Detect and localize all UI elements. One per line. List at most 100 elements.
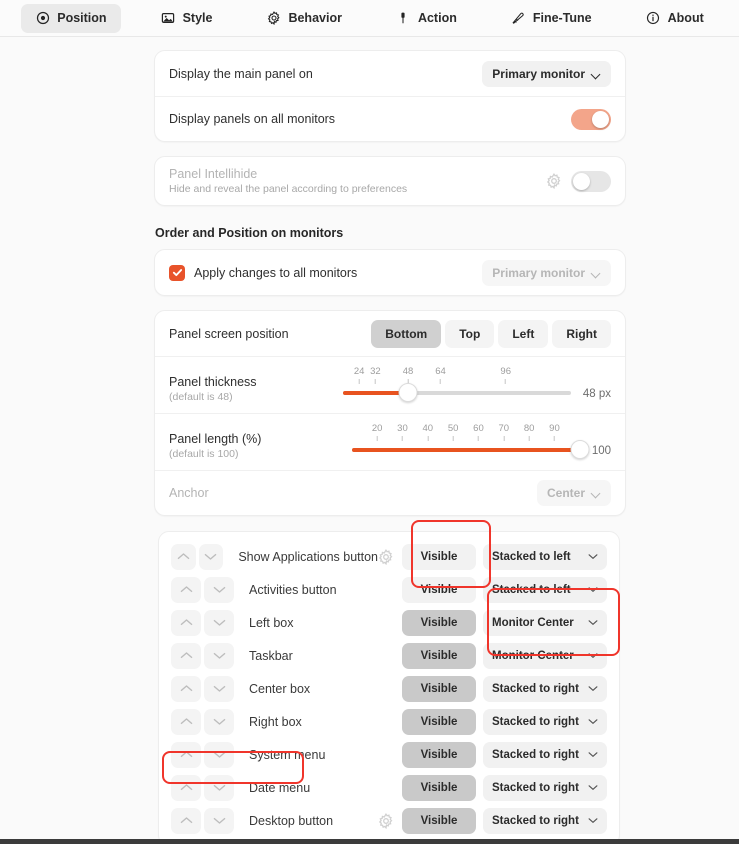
chevron-up-icon[interactable] [171, 708, 201, 735]
chevron-down-icon[interactable] [204, 741, 234, 768]
screen-position-row: Panel screen position Bottom Top Left Ri… [155, 311, 625, 356]
position-option-bottom[interactable]: Bottom [371, 319, 442, 348]
intellihide-toggle[interactable] [571, 170, 611, 192]
position-dropdown[interactable]: Stacked to right [483, 741, 607, 768]
position-option-top[interactable]: Top [445, 319, 495, 348]
tick-48: 48 [402, 366, 414, 384]
position-dropdown[interactable]: Monitor Center [483, 609, 607, 636]
chevron-up-icon[interactable] [171, 576, 201, 603]
chevron-up-icon[interactable] [171, 675, 201, 702]
visibility-toggle[interactable]: Visible [402, 609, 476, 636]
tick-mark [477, 436, 479, 441]
apply-all-checkbox[interactable] [169, 264, 185, 281]
position-dropdown[interactable]: Stacked to right [483, 774, 607, 801]
thickness-handle[interactable] [398, 383, 418, 402]
position-dropdown[interactable]: Monitor Center [483, 642, 607, 669]
intellihide-card: Panel Intellihide Hide and reveal the pa… [154, 156, 626, 206]
element-row: Activities button Visible Stacked to left [159, 573, 619, 606]
chevron-down-icon[interactable] [204, 576, 234, 603]
chevron-down-icon[interactable] [204, 708, 234, 735]
tick-label: 24 [353, 366, 365, 377]
length-title: Panel length (%) [169, 432, 262, 446]
element-name: Right box [249, 714, 302, 729]
chevron-up-icon[interactable] [171, 609, 201, 636]
element-row: Date menu Visible Stacked to right [159, 771, 619, 804]
tick-label: 50 [447, 423, 459, 434]
tab-about[interactable]: About [632, 4, 718, 33]
chevron-down-icon [588, 815, 598, 827]
order-monitor-dropdown[interactable]: Primary monitor [482, 259, 611, 286]
apply-all-label: Apply changes to all monitors [194, 265, 358, 280]
chevron-up-icon[interactable] [171, 741, 201, 768]
tab-position[interactable]: Position [21, 3, 121, 33]
position-option-left[interactable]: Left [498, 319, 549, 348]
main-panel-monitor-dropdown[interactable]: Primary monitor [482, 60, 611, 87]
tick-32: 32 [370, 367, 381, 384]
pin-icon [396, 11, 411, 26]
chevron-down-icon[interactable] [204, 774, 234, 801]
element-name: Activities button [249, 582, 337, 597]
tick-label: 30 [397, 423, 408, 434]
chevron-down-icon[interactable] [204, 807, 234, 834]
chevron-down-icon [592, 490, 601, 496]
chevron-down-icon[interactable] [204, 675, 234, 702]
tick-mark [427, 436, 429, 441]
image-icon [161, 11, 176, 26]
settings-content: Display the main panel on Primary monito… [0, 50, 739, 844]
element-row: Desktop button Visible Stacked to right [159, 804, 619, 837]
visibility-toggle[interactable]: Visible [402, 708, 476, 735]
intellihide-row: Panel Intellihide Hide and reveal the pa… [155, 157, 625, 205]
tab-action[interactable]: Action [382, 4, 471, 33]
tab-style[interactable]: Style [147, 4, 227, 33]
dropdown-value: Monitor Center [492, 616, 574, 629]
position-dropdown[interactable]: Stacked to left [483, 576, 607, 603]
chevron-up-icon[interactable] [171, 543, 196, 570]
gear-icon [266, 11, 281, 26]
length-handle[interactable] [570, 440, 590, 459]
gear-icon[interactable] [378, 812, 394, 829]
tick-90: 90 [549, 424, 560, 441]
tick-label: 48 [402, 366, 414, 377]
tab-behavior[interactable]: Behavior [252, 4, 356, 33]
tab-fine-tune[interactable]: Fine-Tune [497, 4, 606, 33]
gear-icon[interactable] [546, 173, 562, 190]
chevron-down-icon [588, 683, 598, 695]
position-option-right[interactable]: Right [552, 319, 611, 348]
chevron-down-icon [588, 716, 598, 728]
gear-icon[interactable] [378, 548, 394, 565]
anchor-dropdown[interactable]: Center [536, 480, 611, 506]
tick-label: 32 [370, 366, 381, 377]
chevron-up-icon[interactable] [171, 642, 201, 669]
visibility-toggle[interactable]: Visible [402, 576, 476, 603]
panel-elements-card: Show Applications button Visible Stacked t… [158, 531, 620, 844]
length-value: 100 [591, 445, 611, 457]
visibility-toggle[interactable]: Visible [402, 774, 476, 801]
position-dropdown[interactable]: Stacked to left [483, 543, 607, 570]
visibility-toggle[interactable]: Visible [402, 642, 476, 669]
visibility-toggle[interactable]: Visible [402, 741, 476, 768]
panel-thickness-slider[interactable]: 24 32 48 64 96 [342, 365, 571, 402]
tick-mark [528, 436, 530, 441]
position-dropdown[interactable]: Stacked to right [483, 675, 607, 702]
all-monitors-toggle[interactable] [571, 108, 611, 130]
chevron-down-icon[interactable] [198, 543, 224, 570]
info-icon [646, 11, 661, 26]
panel-length-slider[interactable]: 20 30 40 50 60 70 80 90 [351, 422, 590, 459]
length-track[interactable] [351, 440, 590, 459]
chevron-up-icon[interactable] [171, 774, 201, 801]
chevron-up-icon[interactable] [171, 807, 201, 834]
panel-thickness-row: Panel thickness (default is 48) 24 32 48 64… [155, 356, 625, 413]
element-row: Left box Visible Monitor Center [159, 606, 619, 639]
tab-label: About [667, 11, 704, 25]
chevron-down-icon [588, 650, 598, 662]
visibility-toggle[interactable]: Visible [402, 807, 476, 834]
chevron-down-icon[interactable] [204, 609, 234, 636]
visibility-toggle[interactable]: Visible [402, 675, 476, 702]
position-dropdown[interactable]: Stacked to right [483, 708, 607, 735]
chevron-down-icon[interactable] [204, 642, 234, 669]
thickness-track[interactable] [342, 383, 571, 402]
tick-mark [440, 379, 442, 384]
panel-length-label: Panel length (%) (default is 100) [169, 422, 352, 460]
visibility-toggle[interactable]: Visible [402, 543, 476, 570]
position-dropdown[interactable]: Stacked to right [483, 807, 607, 834]
